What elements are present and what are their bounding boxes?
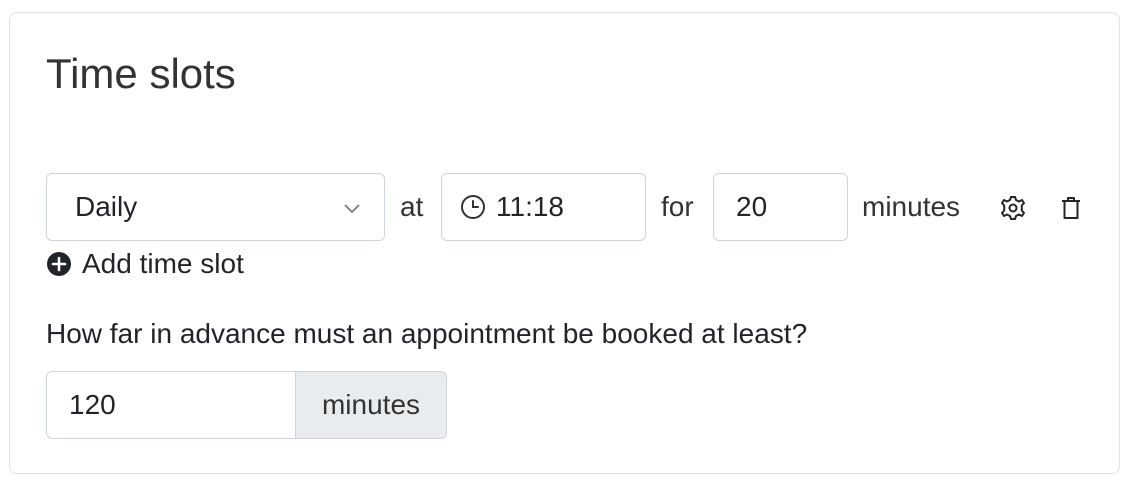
frequency-select[interactable]: Daily [46, 173, 385, 241]
for-label: for [661, 191, 694, 222]
plus-circle-icon [47, 252, 71, 276]
add-time-slot-button[interactable]: Add time slot [46, 246, 244, 282]
advance-minutes-input[interactable]: 120 [46, 371, 296, 439]
time-value: 11:18 [496, 191, 564, 222]
gear-icon[interactable] [999, 194, 1027, 222]
time-input[interactable]: 11:18 [441, 173, 646, 241]
duration-unit-label: minutes [862, 191, 961, 222]
add-time-slot-label: Add time slot [82, 248, 244, 279]
frequency-value: Daily [75, 191, 138, 222]
advance-minutes-value: 120 [69, 389, 116, 420]
clock-icon [461, 195, 485, 219]
trash-icon[interactable] [1057, 194, 1085, 222]
duration-value: 20 [736, 191, 768, 222]
at-label: at [400, 191, 424, 222]
advance-unit-addon: minutes [296, 371, 447, 439]
card-title: Time slots [46, 50, 236, 97]
advance-question-label: How far in advance must an appointment b… [46, 318, 808, 349]
advance-input-group: 120 minutes [46, 371, 447, 439]
duration-input[interactable]: 20 [713, 173, 848, 241]
chevron-down-icon [344, 204, 360, 214]
